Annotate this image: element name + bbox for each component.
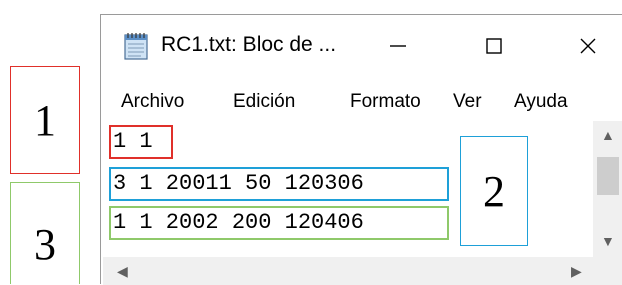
minimize-icon [390, 45, 406, 47]
callout-2-label: 2 [483, 166, 505, 216]
highlight-box-3 [109, 206, 449, 240]
callout-1: 1 [10, 66, 80, 174]
menu-archivo[interactable]: Archivo [121, 91, 184, 113]
callout-3-label: 3 [34, 220, 56, 269]
callout-1-label: 1 [34, 95, 56, 145]
highlight-box-1 [109, 125, 173, 159]
scroll-right-icon[interactable]: ▶ [571, 263, 582, 280]
menu-ayuda[interactable]: Ayuda [514, 91, 568, 113]
close-icon [580, 38, 596, 54]
resize-grip-icon[interactable] [593, 257, 622, 285]
minimize-button[interactable] [373, 25, 423, 67]
window-title: RC1.txt: Bloc de ... [161, 33, 337, 56]
maximize-icon [486, 38, 502, 54]
vertical-scrollbar[interactable]: ▲ ▼ [593, 121, 622, 257]
callout-2: 2 [460, 136, 528, 246]
notepad-window: RC1.txt: Bloc de ... Archivo Edición For… [100, 14, 622, 285]
callout-3: 3 [10, 182, 80, 284]
menu-formato[interactable]: Formato [350, 91, 421, 113]
vertical-scroll-thumb[interactable] [597, 157, 619, 195]
horizontal-scrollbar[interactable]: ◀ ▶ [103, 257, 593, 285]
maximize-button[interactable] [469, 25, 519, 67]
scroll-left-icon[interactable]: ◀ [117, 263, 128, 280]
scroll-up-icon[interactable]: ▲ [601, 127, 615, 143]
close-button[interactable] [563, 25, 613, 67]
title-bar[interactable]: RC1.txt: Bloc de ... [101, 15, 622, 77]
menu-ver[interactable]: Ver [453, 91, 482, 113]
highlight-box-2 [109, 167, 449, 201]
menu-bar: Archivo Edición Formato Ver Ayuda [101, 85, 622, 119]
menu-edicion[interactable]: Edición [233, 91, 295, 113]
scroll-down-icon[interactable]: ▼ [601, 233, 615, 249]
notepad-icon [124, 33, 148, 60]
